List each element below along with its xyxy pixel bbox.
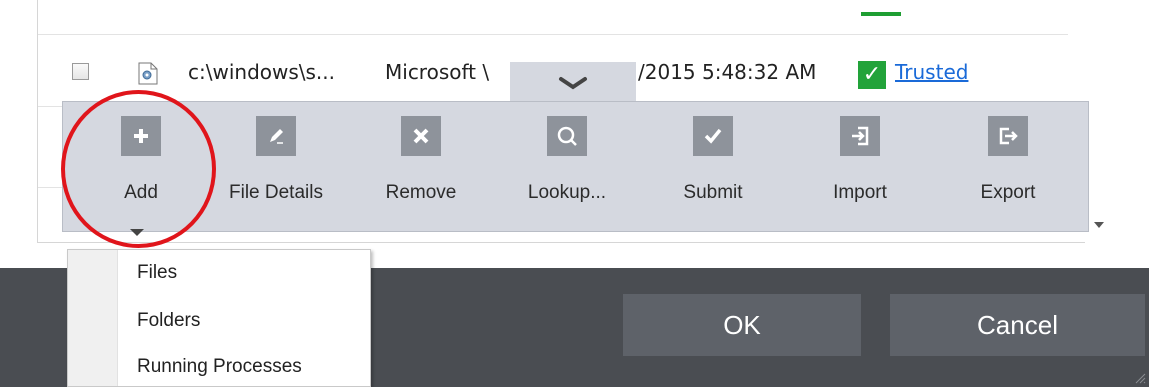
- file-rating-window: c:\windows\s... Microsoft \ /2015 5:48:3…: [0, 0, 1149, 387]
- menu-item-folders[interactable]: Folders: [137, 310, 200, 332]
- add-dropdown-menu: Files Folders Running Processes: [67, 249, 371, 387]
- highlight-circle: [61, 90, 216, 248]
- scroll-down-arrow-icon[interactable]: [1094, 222, 1104, 228]
- checkmark-icon: [693, 116, 733, 156]
- cancel-button[interactable]: Cancel: [890, 294, 1145, 356]
- export-label: Export: [980, 182, 1036, 203]
- file-details-button[interactable]: File Details: [216, 116, 336, 204]
- edit-icon: [256, 116, 296, 156]
- checkmark-icon: ✓: [858, 61, 886, 89]
- file-details-label: File Details: [229, 182, 323, 203]
- row-checkbox[interactable]: [72, 63, 89, 80]
- resize-grip-icon[interactable]: [1134, 372, 1146, 384]
- x-icon: [401, 116, 441, 156]
- import-label: Import: [833, 182, 887, 203]
- file-date: /2015 5:48:32 AM: [638, 60, 817, 84]
- previous-row-rating-indicator: [861, 12, 901, 16]
- submit-button[interactable]: Submit: [653, 116, 773, 204]
- action-toolbar: Add File Details Remove Lookup... Submit…: [62, 101, 1089, 236]
- ok-button[interactable]: OK: [623, 294, 861, 356]
- remove-button[interactable]: Remove: [361, 116, 481, 204]
- menu-item-running-processes[interactable]: Running Processes: [137, 356, 302, 378]
- row-divider: [38, 34, 1068, 35]
- list-scrollbar[interactable]: [1085, 0, 1112, 243]
- export-button[interactable]: Export: [948, 116, 1068, 204]
- lookup-button[interactable]: Lookup...: [507, 116, 627, 204]
- trusted-link[interactable]: Trusted: [895, 60, 968, 84]
- toolbar-collapse-tab[interactable]: [510, 62, 636, 102]
- import-button[interactable]: Import: [800, 116, 920, 204]
- import-icon: [840, 116, 880, 156]
- lookup-label: Lookup...: [527, 182, 607, 203]
- submit-label: Submit: [683, 182, 743, 203]
- export-icon: [988, 116, 1028, 156]
- menu-item-files[interactable]: Files: [137, 262, 177, 284]
- menu-gutter: [68, 250, 118, 386]
- search-icon: [547, 116, 587, 156]
- system-file-icon: [138, 62, 158, 85]
- remove-label: Remove: [385, 182, 457, 203]
- file-path: c:\windows\s...: [188, 60, 336, 84]
- chevron-down-icon: [559, 77, 587, 90]
- file-vendor: Microsoft \: [385, 60, 490, 84]
